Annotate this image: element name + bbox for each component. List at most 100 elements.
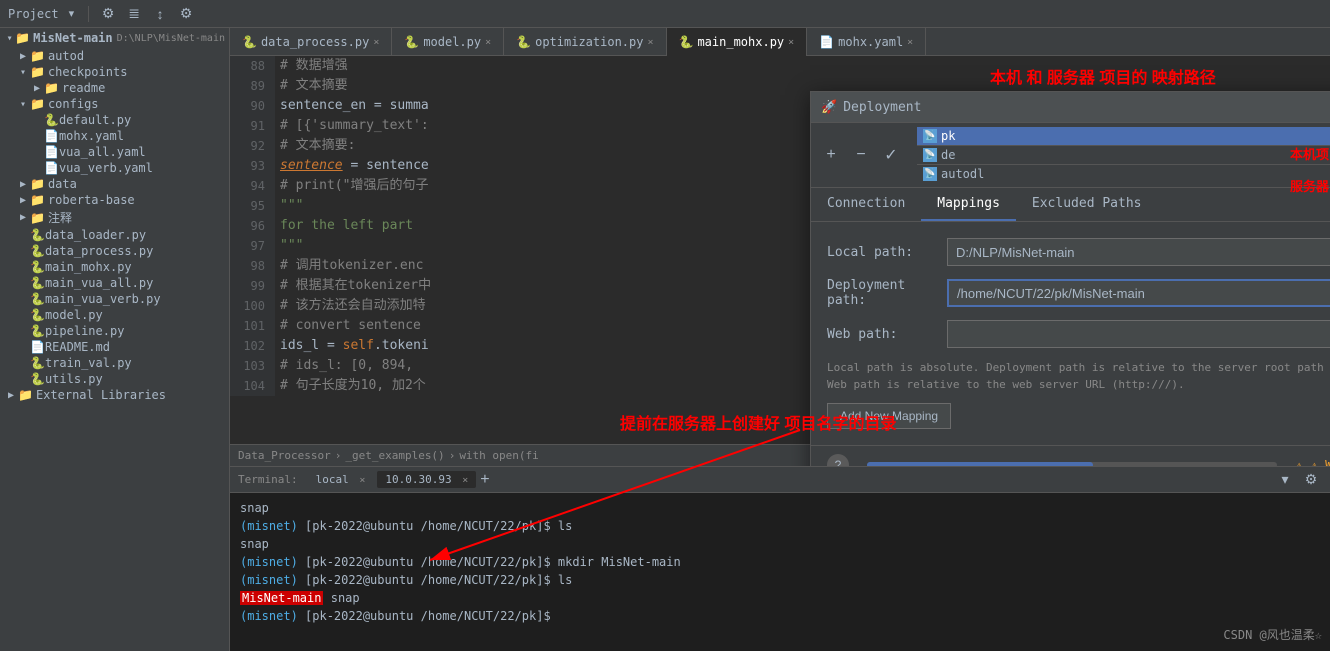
tab-model-label: model.py [423, 35, 481, 49]
dialog-footer: ? ⚠ ⚠ Web path is not specified. [811, 445, 1330, 466]
server-item-autodl[interactable]: 📡 autodl [917, 165, 1330, 183]
terminal-add-btn[interactable]: + [480, 471, 489, 489]
terminal-remote-close[interactable]: × [462, 475, 468, 486]
sidebar-item-data-loader[interactable]: 🐍 data_loader.py [0, 227, 229, 243]
sidebar-item-default-py[interactable]: 🐍 default.py [0, 112, 229, 128]
mohx-yaml-label: mohx.yaml [59, 129, 124, 143]
terminal-local-close[interactable]: × [359, 475, 365, 486]
web-path-label: Web path: [827, 327, 947, 342]
pipeline-label: pipeline.py [45, 324, 124, 338]
sidebar-item-main-vua-all[interactable]: 🐍 main_vua_all.py [0, 275, 229, 291]
default-py-icon: 🐍 [44, 113, 59, 127]
server-item-pk[interactable]: 📡 pk :3:22 [917, 127, 1330, 146]
add-mapping-button[interactable]: Add New Mapping [827, 403, 951, 429]
settings-icon[interactable]: ⚙ [175, 3, 197, 25]
readme-folder-label: readme [62, 81, 105, 95]
sidebar: ▾ 📁 MisNet-main D:\NLP\MisNet-main ▶ 📁 a… [0, 28, 230, 651]
vua-verb-label: vua_verb.yaml [59, 161, 153, 175]
term-line-snap1: snap [240, 499, 1320, 517]
sidebar-item-external-libs[interactable]: ▶ 📁 External Libraries [0, 387, 229, 403]
tab-model[interactable]: 🐍 model.py × [392, 28, 504, 56]
sidebar-item-pipeline[interactable]: 🐍 pipeline.py [0, 323, 229, 339]
ext-libs-label: External Libraries [36, 388, 166, 402]
tab-model-close[interactable]: × [485, 37, 491, 48]
tab-excluded-paths-label: Excluded Paths [1032, 196, 1142, 211]
tab-main-mohx-label: main_mohx.py [697, 35, 784, 49]
root-project-item[interactable]: ▾ 📁 MisNet-main D:\NLP\MisNet-main [0, 28, 229, 48]
project-label: Project [8, 7, 59, 21]
sidebar-item-readme-md[interactable]: 📄 README.md [0, 339, 229, 355]
sidebar-item-vua-verb[interactable]: 📄 vua_verb.yaml [0, 160, 229, 176]
main-area: ▾ 📁 MisNet-main D:\NLP\MisNet-main ▶ 📁 a… [0, 28, 1330, 651]
add-server-btn[interactable]: + [819, 143, 843, 167]
sidebar-item-data[interactable]: ▶ 📁 data [0, 176, 229, 192]
sidebar-item-utils[interactable]: 🐍 utils.py [0, 371, 229, 387]
top-bar: Project ▾ ⚙ ≣ ↕ ⚙ [0, 0, 1330, 28]
dialog-toolbar: + − ✓ 📡 pk :3:22 [811, 123, 1330, 188]
terminal-down-btn[interactable]: ▾ [1274, 469, 1296, 491]
tab-main-mohx-close[interactable]: × [788, 37, 794, 48]
tab-mohx-yaml-label: mohx.yaml [838, 35, 903, 49]
sidebar-item-mohx-yaml[interactable]: 📄 mohx.yaml [0, 128, 229, 144]
watermark: CSDN @风也温柔☆ [1223, 626, 1322, 643]
checkpoints-label: checkpoints [48, 65, 127, 79]
local-path-input[interactable] [947, 238, 1330, 266]
warning-text: ⚠ Web path is not specified. [1311, 458, 1330, 466]
terminal-tab-remote[interactable]: 10.0.30.93 × [377, 471, 476, 488]
project-dropdown-btn[interactable]: ▾ [63, 5, 81, 22]
tab-mohx-yaml-close[interactable]: × [907, 37, 913, 48]
editor-content: 88 # 数据增强 89 # 文本摘要 90 sentence_en = sum… [230, 56, 1330, 466]
deployment-path-input[interactable] [947, 279, 1330, 307]
apply-btn[interactable]: ✓ [879, 143, 903, 167]
sidebar-item-autod[interactable]: ▶ 📁 autod [0, 48, 229, 64]
sidebar-item-main-mohx[interactable]: 🐍 main_mohx.py [0, 259, 229, 275]
dialog-hint-text: Local path is absolute. Deployment path … [827, 361, 1330, 391]
sidebar-item-main-vua-verb[interactable]: 🐍 main_vua_verb.py [0, 291, 229, 307]
sidebar-item-configs[interactable]: ▾ 📁 configs [0, 96, 229, 112]
tab-data-process-close[interactable]: × [373, 37, 379, 48]
tab-model-icon: 🐍 [404, 35, 419, 49]
autod-label: autod [48, 49, 84, 63]
tab-main-mohx[interactable]: 🐍 main_mohx.py × [667, 28, 808, 56]
web-path-input[interactable] [947, 320, 1330, 348]
tab-mappings[interactable]: Mappings [921, 188, 1016, 221]
build-icon[interactable]: ⚙ [97, 3, 119, 25]
remove-server-btn[interactable]: − [849, 143, 873, 167]
tab-connection[interactable]: Connection [811, 188, 921, 221]
tab-optimization[interactable]: 🐍 optimization.py × [504, 28, 666, 56]
tab-excluded-paths[interactable]: Excluded Paths [1016, 188, 1158, 221]
sidebar-item-checkpoints[interactable]: ▾ 📁 checkpoints [0, 64, 229, 80]
sidebar-item-roberta[interactable]: ▶ 📁 roberta-base [0, 192, 229, 208]
sidebar-item-vua-all[interactable]: 📄 vua_all.yaml [0, 144, 229, 160]
readme-arrow: ▶ [30, 83, 44, 94]
terminal-content: snap (misnet) [pk-2022@ubuntu /home/NCUT… [230, 493, 1330, 631]
readme-md-icon: 📄 [30, 340, 45, 354]
terminal-tab-local[interactable]: local × [308, 471, 374, 488]
term-line-ls1: (misnet) [pk-2022@ubuntu /home/NCUT/22/p… [240, 517, 1320, 535]
tab-data-process[interactable]: 🐍 data_process.py × [230, 28, 392, 56]
tab-mohx-yaml[interactable]: 📄 mohx.yaml × [807, 28, 926, 56]
notes-arrow: ▶ [16, 212, 30, 223]
breadcrumb-get-examples: _get_examples() [345, 449, 444, 462]
collapse-icon[interactable]: ↕ [149, 3, 171, 25]
configs-arrow: ▾ [16, 99, 30, 110]
breadcrumb-with-open: with open(fi [459, 449, 538, 462]
tab-optimization-close[interactable]: × [647, 37, 653, 48]
list-icon[interactable]: ≣ [123, 3, 145, 25]
sidebar-item-notes[interactable]: ▶ 📁 注释 [0, 208, 229, 227]
terminal-settings-btn[interactable]: ⚙ [1300, 469, 1322, 491]
notes-label: 注释 [48, 209, 72, 226]
sidebar-item-readme[interactable]: ▶ 📁 readme [0, 80, 229, 96]
sidebar-item-data-process[interactable]: 🐍 data_process.py [0, 243, 229, 259]
server-icon-pk: 📡 [923, 129, 937, 143]
sidebar-item-train-val[interactable]: 🐍 train_val.py [0, 355, 229, 371]
help-button[interactable]: ? [827, 454, 849, 466]
tab-data-process-label: data_process.py [261, 35, 369, 49]
server-item-de[interactable]: 📡 de :3:22 [917, 146, 1330, 165]
main-vua-verb-icon: 🐍 [30, 292, 45, 306]
checkpoints-folder-icon: 📁 [30, 65, 45, 79]
term-line-ls2: (misnet) [pk-2022@ubuntu /home/NCUT/22/p… [240, 571, 1320, 589]
dialog-titlebar: 🚀 Deployment × [811, 92, 1330, 123]
sidebar-item-model[interactable]: 🐍 model.py [0, 307, 229, 323]
deployment-path-row: Deployment path: 📁 [827, 278, 1330, 308]
